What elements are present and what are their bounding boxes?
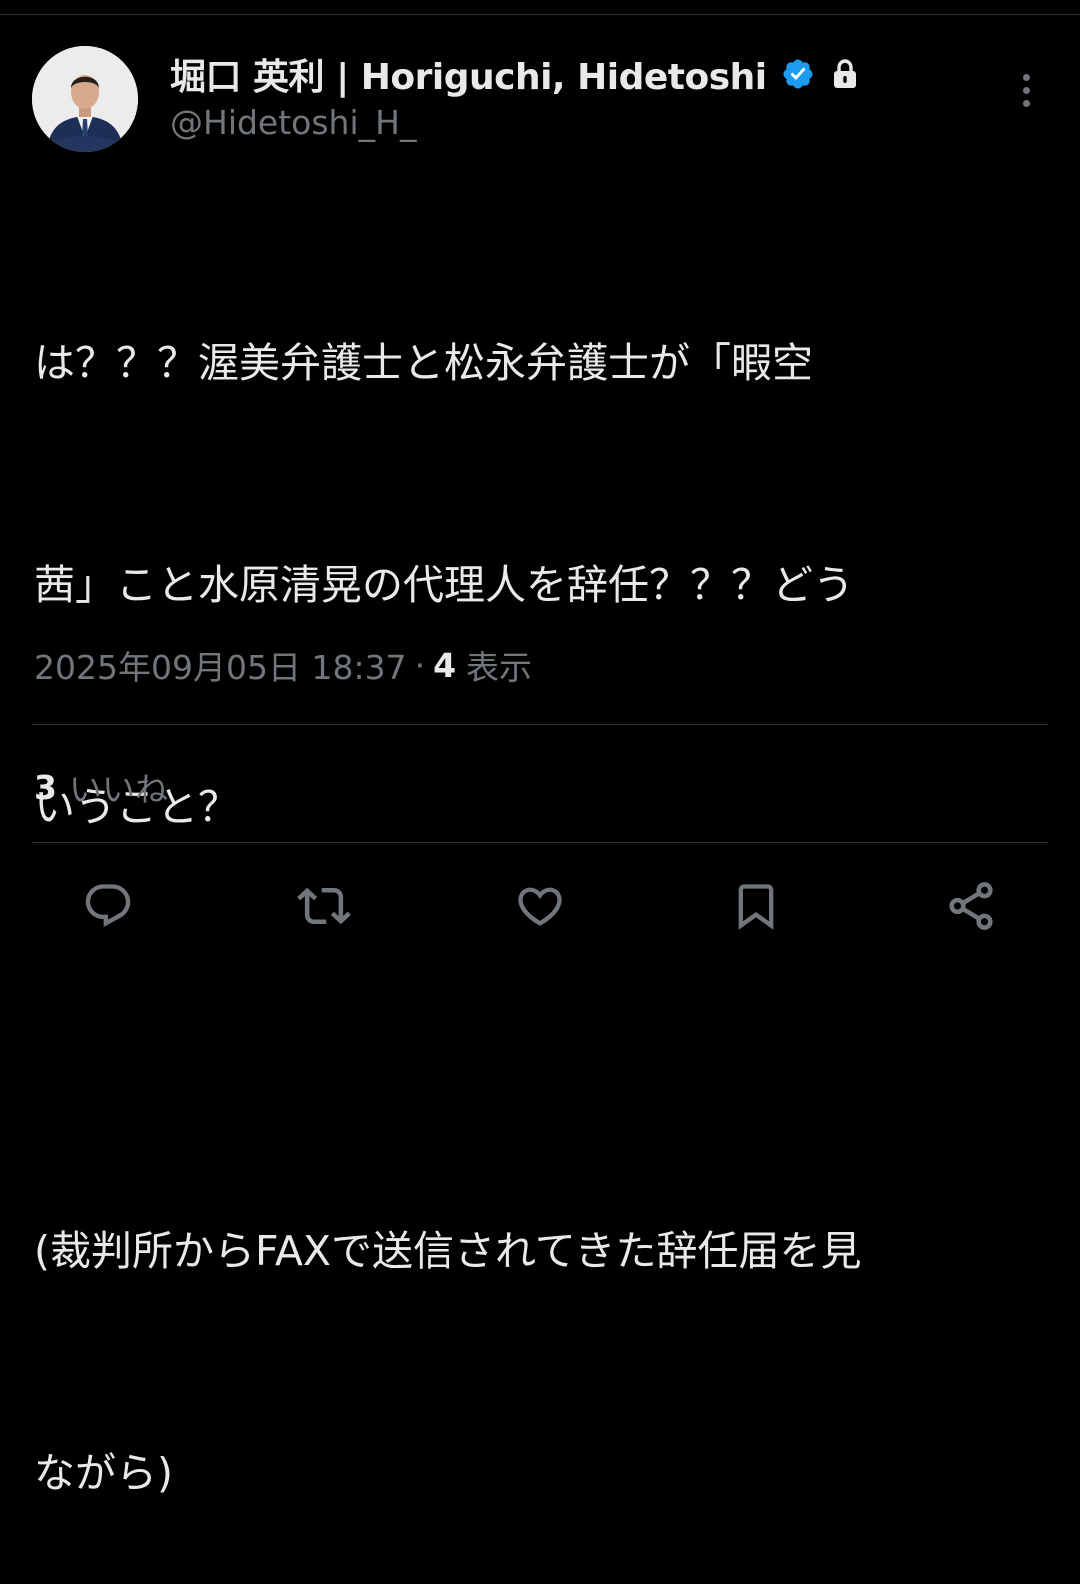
tweet-timestamp[interactable]: 2025年09月05日 18:37 [34,641,407,689]
avatar[interactable] [32,46,138,152]
share-icon [949,882,993,930]
likes-label: いいね [68,770,168,809]
top-divider [0,14,1080,15]
likes-row[interactable]: 3 いいね [34,762,168,812]
tweet-text-line: ながら) [34,1449,173,1497]
tweet-meta: 2025年09月05日 18:37 · 4 表示 [34,640,532,690]
author-handle[interactable]: @Hidetoshi_H_ [170,103,416,142]
tweet-text-line: いうこと？ [34,783,239,831]
views-label: 表示 [466,648,533,687]
like-icon [518,887,562,926]
tweet-text-line: (裁判所からFAXで送信されてきた辞任届を見 [34,1227,862,1275]
retweet-button[interactable] [296,878,352,934]
retweet-icon [297,887,351,925]
more-dot-icon [1022,86,1030,94]
tweet-text-line [34,992,1054,1066]
tweet-text-line: 茜」こと水原清晃の代理人を辞任？？？どう [34,561,854,609]
bookmark-icon [738,884,774,930]
more-dot-icon [1022,99,1030,107]
like-button[interactable] [512,878,568,934]
meta-separator: · [414,645,426,685]
protected-lock-icon [831,58,859,90]
reply-icon [85,884,131,928]
likes-count: 3 [34,767,57,807]
divider [32,724,1048,725]
verified-badge-icon[interactable] [781,57,815,91]
tweet-text-line: は？？？渥美弁護士と松永弁護士が「暇空 [34,339,813,387]
views-count: 4 [433,645,457,685]
bookmark-button[interactable] [728,878,784,934]
divider [32,842,1048,843]
author-header: 堀口 英利 | Horiguchi, Hidetoshi [170,50,859,98]
reply-button[interactable] [80,878,136,934]
author-display-name[interactable]: 堀口 英利 | Horiguchi, Hidetoshi [170,48,767,100]
more-dot-icon [1022,73,1030,81]
avatar-photo [32,46,138,152]
more-options-button[interactable] [1004,66,1048,114]
share-button[interactable] [943,878,999,934]
